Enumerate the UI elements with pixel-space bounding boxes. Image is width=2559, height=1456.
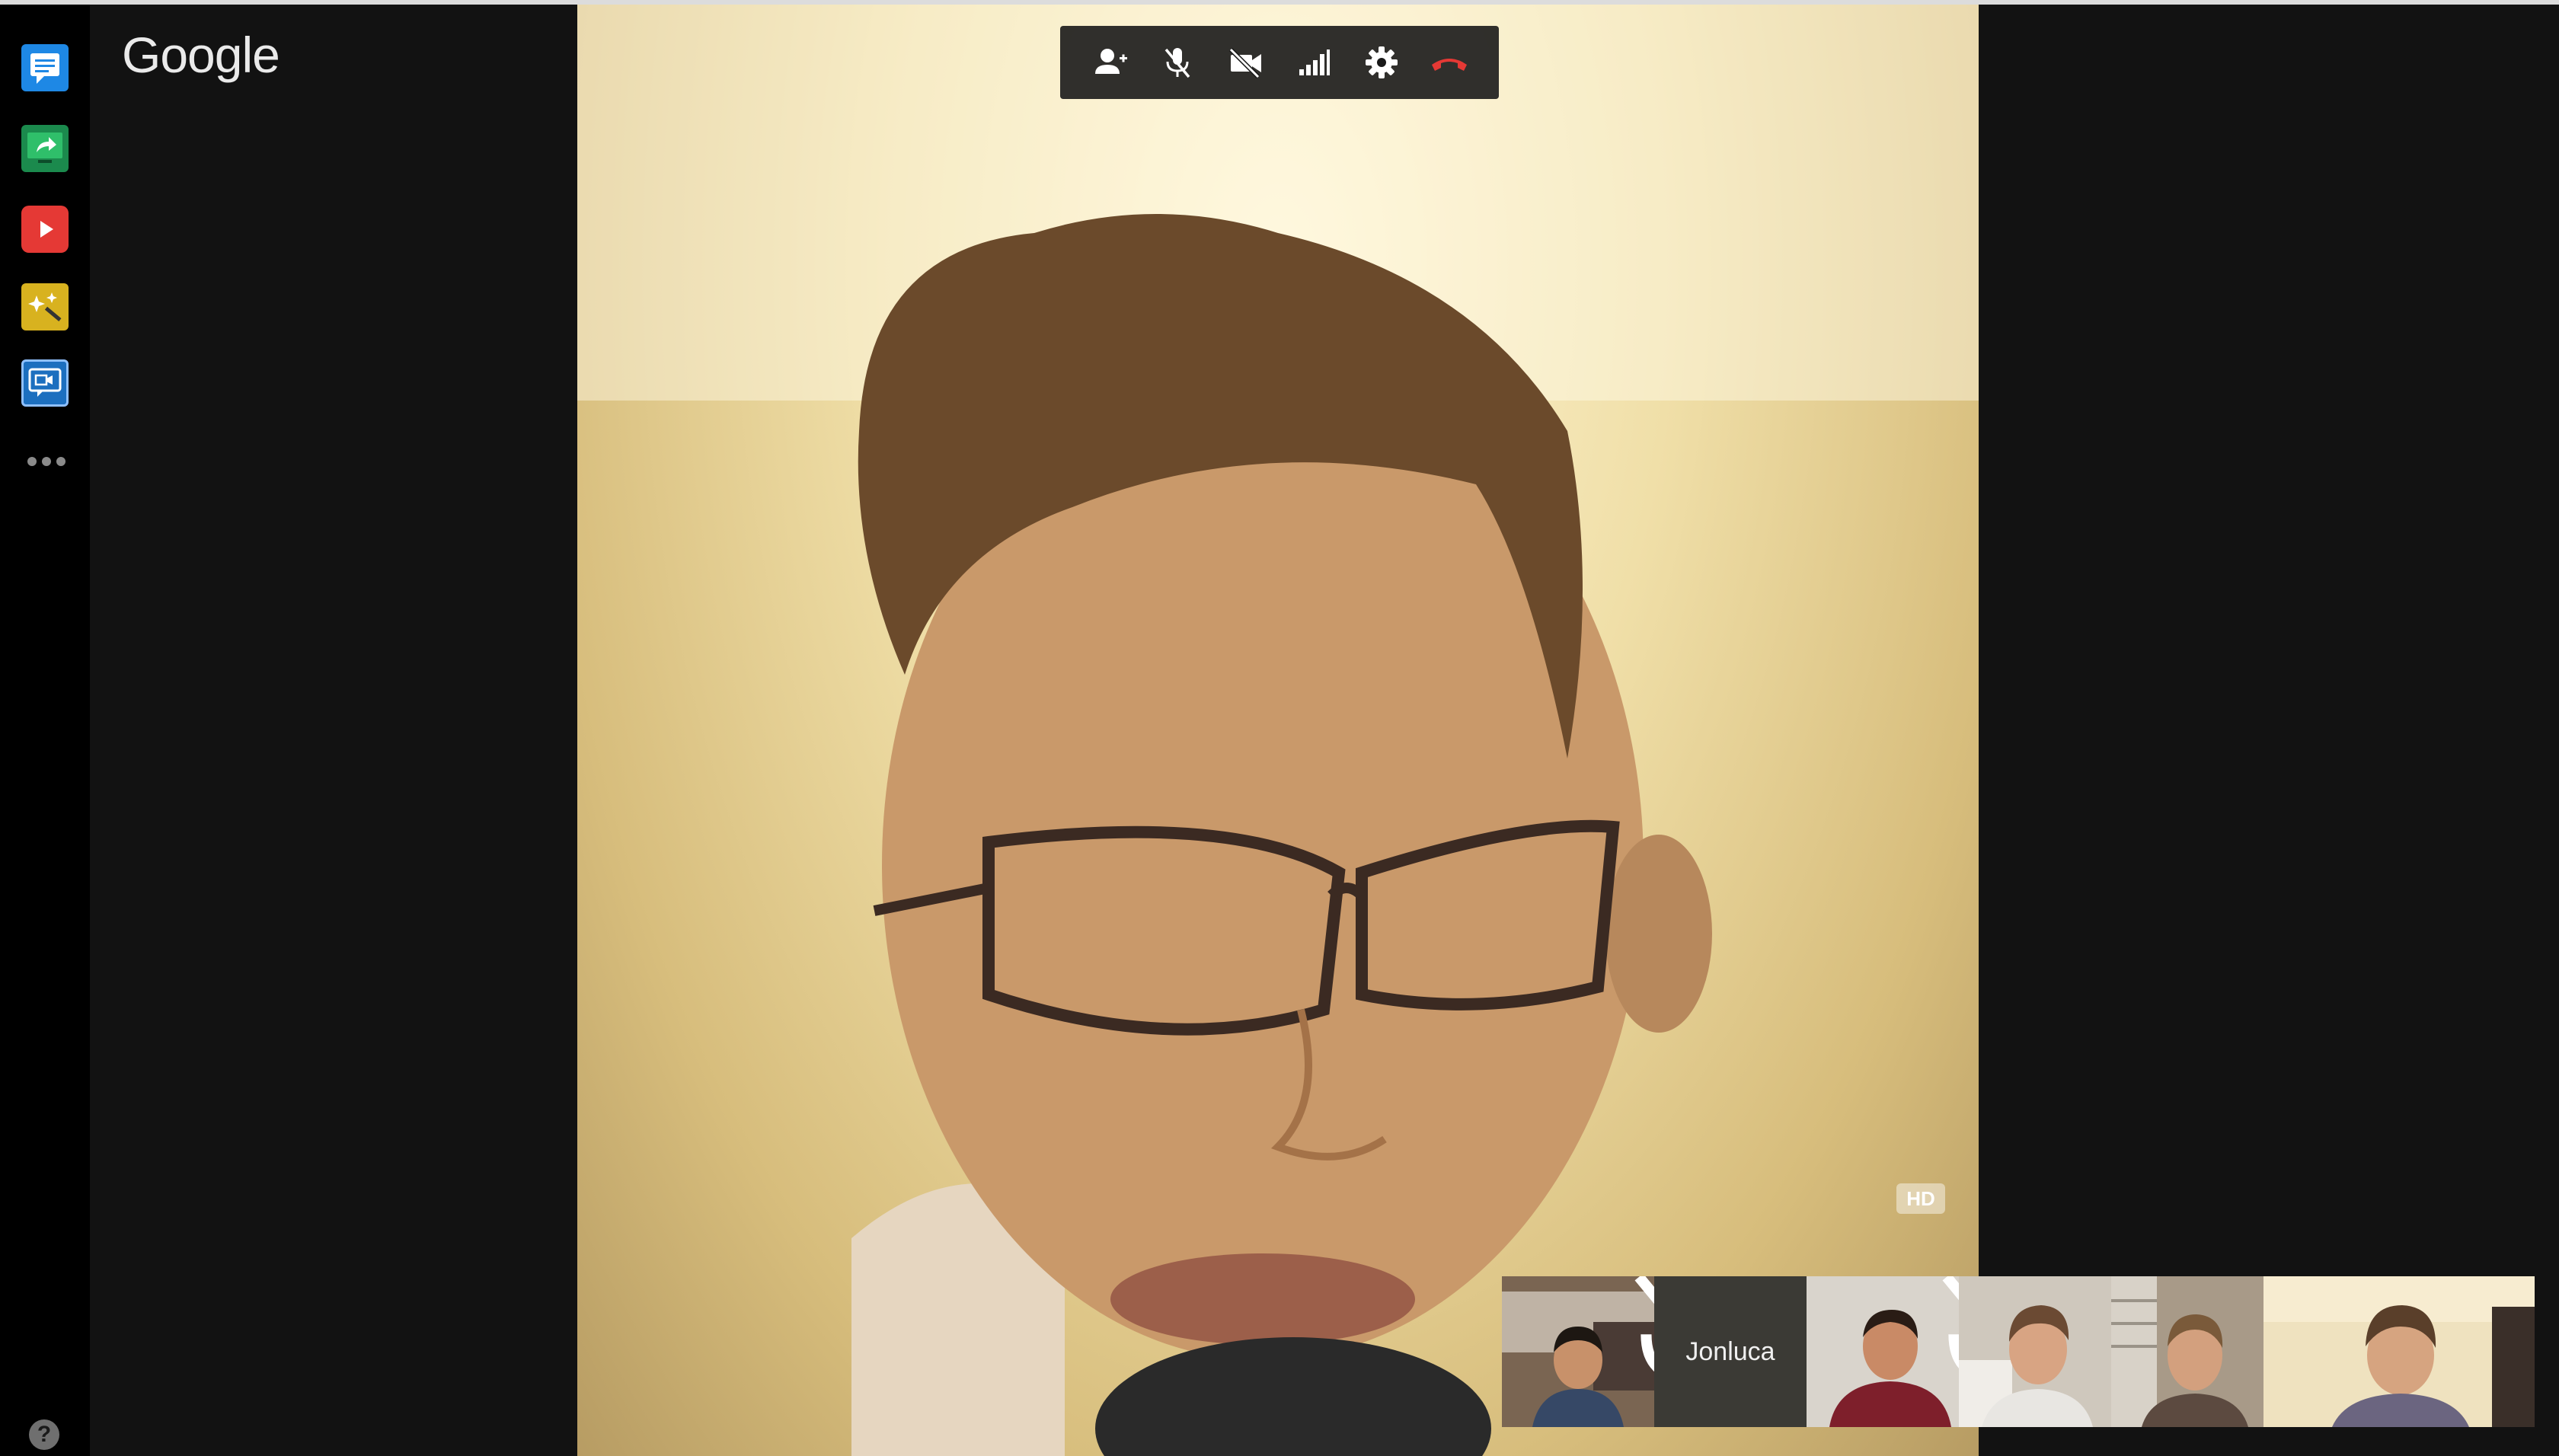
youtube-icon[interactable] (21, 206, 69, 253)
main-video (577, 5, 1979, 1456)
participant-muted-icon (1634, 1276, 1654, 1371)
chat-icon[interactable] (21, 44, 69, 91)
effects-icon[interactable] (21, 283, 69, 330)
camera-off-icon[interactable] (1221, 38, 1270, 87)
participant-strip: Jonluca (1502, 1276, 2535, 1427)
participant-tile[interactable] (2111, 1276, 2263, 1427)
participant-tile[interactable]: Jonluca (1654, 1276, 1807, 1427)
participant-muted-icon (1942, 1276, 1959, 1368)
participant-tile[interactable] (1502, 1276, 1654, 1427)
apps-sidebar (0, 5, 90, 1456)
hd-badge: HD (1896, 1183, 1945, 1214)
settings-icon[interactable] (1357, 38, 1406, 87)
mic-off-icon[interactable] (1153, 38, 1202, 87)
participant-name: Jonluca (1685, 1336, 1775, 1366)
add-person-icon[interactable] (1085, 38, 1134, 87)
help-icon[interactable]: ? (29, 1419, 59, 1450)
google-logo: Google (122, 27, 280, 83)
more-icon[interactable] (27, 457, 65, 468)
participant-tile[interactable] (2263, 1276, 2535, 1427)
hang-up-icon[interactable] (1425, 38, 1474, 87)
screenshare-icon[interactable] (21, 125, 69, 172)
participant-tile[interactable] (1959, 1276, 2111, 1427)
hangout-app-icon[interactable] (21, 359, 69, 407)
participant-tile[interactable] (1807, 1276, 1959, 1427)
call-controls (1060, 26, 1499, 99)
bandwidth-icon[interactable] (1289, 38, 1338, 87)
speaker-video-image (577, 5, 1979, 1456)
